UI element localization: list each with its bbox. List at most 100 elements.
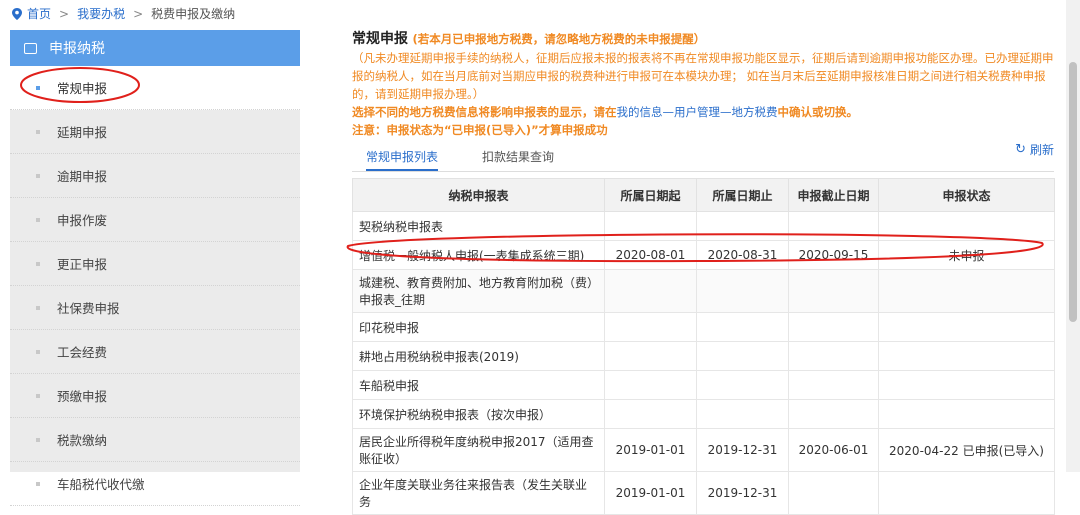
col-header-deadline: 申报截止日期 — [788, 178, 879, 212]
deadline-cell — [788, 341, 879, 371]
table-row[interactable]: 企业年度关联业务往来报告表（发生关联业务 2019-01-01 2019-12-… — [352, 471, 1055, 515]
sidebar-item-label: 税款缴纳 — [57, 433, 108, 448]
sidebar-item-label: 车船税代收代缴 — [57, 477, 145, 492]
sidebar-item-vehicle-tax[interactable]: 车船税代收代缴 — [10, 462, 300, 506]
period-end-cell: 2020-08-31 — [696, 240, 789, 270]
bullet-icon — [36, 173, 40, 178]
period-end-cell — [696, 370, 789, 400]
bullet-icon — [36, 261, 40, 266]
period-start-cell — [604, 399, 697, 429]
status-cell — [878, 370, 1055, 400]
form-name-cell[interactable]: 印花税申报 — [352, 312, 605, 342]
note-text-b: 中确认或切换。 — [777, 105, 859, 119]
sidebar-item-label: 延期申报 — [57, 125, 108, 140]
sidebar: 申报纳税 常规申报 延期申报 逾期申报 申报作废 更正申报 社保费申报 工会经费… — [10, 30, 300, 506]
bullet-icon — [36, 217, 40, 222]
status-cell — [878, 211, 1055, 241]
period-end-cell — [696, 211, 789, 241]
location-pin-icon — [12, 8, 22, 20]
status-cell — [878, 471, 1055, 515]
refresh-label: 刷新 — [1029, 143, 1054, 157]
sidebar-header[interactable]: 申报纳税 — [10, 30, 300, 66]
sidebar-item-label: 常规申报 — [57, 81, 108, 96]
bullet-icon — [36, 437, 40, 442]
table-row[interactable]: 印花税申报 — [352, 312, 1055, 342]
deadline-cell: 2020-09-15 — [788, 240, 879, 270]
bullet-icon — [36, 393, 40, 398]
table-row[interactable]: 环境保护税纳税申报表（按次申报） — [352, 399, 1055, 429]
period-start-cell: 2019-01-01 — [604, 471, 697, 515]
sidebar-item-void-filing[interactable]: 申报作废 — [10, 198, 300, 242]
tab-bar: 常规申报列表 扣款结果查询 ↻ 刷新 — [352, 142, 1054, 172]
sidebar-item-prepayment[interactable]: 预缴申报 — [10, 374, 300, 418]
title-hint: (若本月已申报地方税费，请忽略地方税费的未申报提醒） — [412, 32, 706, 46]
scrollbar-thumb[interactable] — [1069, 62, 1077, 322]
sidebar-item-regular-filing[interactable]: 常规申报 — [10, 66, 300, 110]
tab-deduction-results[interactable]: 扣款结果查询 — [482, 147, 554, 169]
form-name-cell[interactable]: 环境保护税纳税申报表（按次申报） — [352, 399, 605, 429]
status-cell: 2020-04-22 已申报(已导入) — [878, 428, 1055, 472]
refresh-button[interactable]: ↻ 刷新 — [1015, 141, 1054, 158]
sidebar-item-label: 预缴申报 — [57, 389, 108, 404]
deadline-cell — [788, 471, 879, 515]
table-row[interactable]: 城建税、教育费附加、地方教育附加税（费）申报表_往期 — [352, 269, 1055, 313]
breadcrumb-current: 税费申报及缴纳 — [151, 7, 236, 21]
period-start-cell — [604, 312, 697, 342]
sidebar-item-tax-payment[interactable]: 税款缴纳 — [10, 418, 300, 462]
form-name-cell[interactable]: 契税纳税申报表 — [352, 211, 605, 241]
col-header-period-start: 所属日期起 — [604, 178, 697, 212]
sidebar-item-union-fees[interactable]: 工会经费 — [10, 330, 300, 374]
local-tax-note: 选择不同的地方税费信息将影响申报表的显示，请在我的信息—用户管理—地方税费中确认… — [352, 103, 1054, 121]
note-text-a: 选择不同的地方税费信息将影响申报表的显示，请在 — [352, 105, 617, 119]
sidebar-item-label: 更正申报 — [57, 257, 108, 272]
col-header-status: 申报状态 — [878, 178, 1055, 212]
status-cell — [878, 341, 1055, 371]
period-start-cell — [604, 211, 697, 241]
sidebar-item-label: 社保费申报 — [57, 301, 120, 316]
period-end-cell — [696, 312, 789, 342]
sidebar-item-label: 申报作废 — [57, 213, 108, 228]
breadcrumb: 首页 > 我要办税 > 税费申报及缴纳 — [12, 5, 235, 23]
form-name-cell[interactable]: 企业年度关联业务往来报告表（发生关联业务 — [352, 471, 605, 515]
period-end-cell — [696, 269, 789, 313]
sidebar-item-overdue-filing[interactable]: 逾期申报 — [10, 154, 300, 198]
sidebar-item-correct-filing[interactable]: 更正申报 — [10, 242, 300, 286]
period-end-cell — [696, 399, 789, 429]
page-scrollbar[interactable] — [1066, 0, 1080, 472]
table-row[interactable]: 契税纳税申报表 — [352, 211, 1055, 241]
form-name-cell[interactable]: 车船税申报 — [352, 370, 605, 400]
status-cell: 未申报 — [878, 240, 1055, 270]
breadcrumb-separator: > — [59, 7, 70, 21]
deadline-cell — [788, 269, 879, 313]
form-name-cell[interactable]: 增值税一般纳税人申报(一表集成系统三期) — [352, 240, 605, 270]
bullet-icon — [36, 85, 40, 90]
period-start-cell — [604, 370, 697, 400]
breadcrumb-separator: > — [133, 7, 144, 21]
sidebar-item-social-insurance[interactable]: 社保费申报 — [10, 286, 300, 330]
table-row[interactable]: 耕地占用税纳税申报表(2019) — [352, 341, 1055, 371]
filing-notice: （凡未办理延期申报手续的纳税人，征期后应报未报的报表将不再在常规申报功能区显示，… — [352, 51, 1054, 101]
form-name-cell[interactable]: 居民企业所得税年度纳税申报2017（适用查账征收） — [352, 428, 605, 472]
table-row[interactable]: 车船税申报 — [352, 370, 1055, 400]
deadline-cell — [788, 211, 879, 241]
col-header-form: 纳税申报表 — [352, 178, 605, 212]
form-name-cell[interactable]: 耕地占用税纳税申报表(2019) — [352, 341, 605, 371]
col-header-period-end: 所属日期止 — [696, 178, 789, 212]
table-row[interactable]: 居民企业所得税年度纳税申报2017（适用查账征收） 2019-01-01 201… — [352, 428, 1055, 472]
window-icon — [24, 42, 37, 54]
period-start-cell — [604, 341, 697, 371]
breadcrumb-home[interactable]: 首页 — [27, 5, 51, 23]
form-name-cell[interactable]: 城建税、教育费附加、地方教育附加税（费）申报表_往期 — [352, 269, 605, 313]
sidebar-item-deferred-filing[interactable]: 延期申报 — [10, 110, 300, 154]
period-end-cell: 2019-12-31 — [696, 471, 789, 515]
table-row[interactable]: 增值税一般纳税人申报(一表集成系统三期) 2020-08-01 2020-08-… — [352, 240, 1055, 270]
page-title: 常规申报 — [352, 31, 408, 47]
period-start-cell: 2020-08-01 — [604, 240, 697, 270]
tab-regular-filing-list[interactable]: 常规申报列表 — [366, 147, 439, 171]
sidebar-item-label: 工会经费 — [57, 345, 108, 360]
user-management-link[interactable]: 我的信息—用户管理—地方税费 — [617, 105, 778, 119]
deadline-cell — [788, 399, 879, 429]
page-title-line: 常规申报 (若本月已申报地方税费，请忽略地方税费的未申报提醒） — [352, 30, 1054, 49]
filing-status-note: 注意：申报状态为“已申报(已导入)”才算申报成功 — [352, 123, 608, 137]
breadcrumb-tax-services[interactable]: 我要办税 — [77, 5, 125, 23]
